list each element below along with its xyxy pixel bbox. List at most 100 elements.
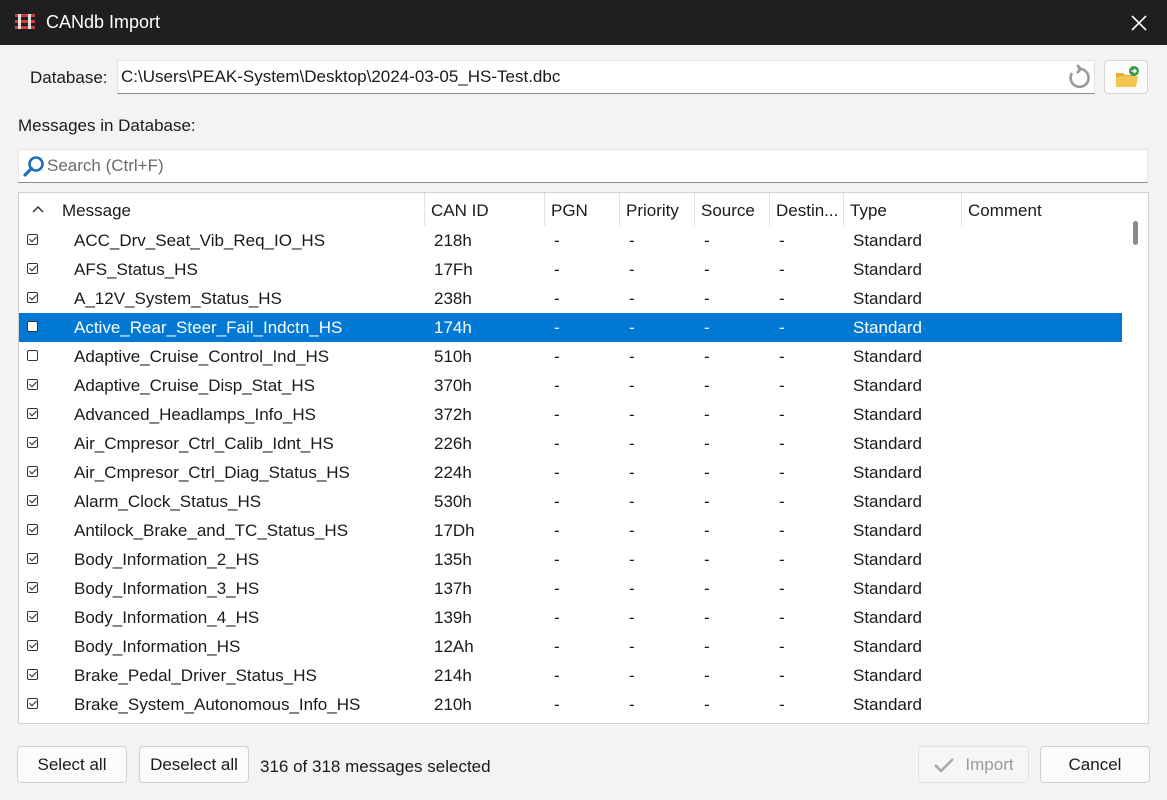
cell-source: - [704,434,710,453]
column-header-pgn[interactable]: PGN [545,193,619,226]
table-row[interactable]: Brake_System_Autonomous_Info_HS 210h - - - - S… [19,690,1122,719]
table-row[interactable]: Air_Cmpresor_Ctrl_Diag_Status_HS 224h - - - -… [19,458,1122,487]
cell-type: Standard [853,637,922,656]
cell-source: - [704,666,710,685]
cell-message: Body_Information_2_HS [74,550,260,569]
row-checkbox[interactable] [27,437,38,448]
table-row[interactable]: Air_Cmpresor_Ctrl_Calib_Idnt_HS 226h - - - - S… [19,429,1122,458]
check-icon [934,757,955,773]
browse-database-button[interactable] [1104,60,1148,94]
database-path-field[interactable]: C:\Users\PEAK-System\Desktop\2024-03-05_… [117,60,1095,94]
select-all-button[interactable]: Select all [17,746,127,783]
column-header-message[interactable]: Message [56,193,424,226]
row-checkbox[interactable] [27,234,38,245]
cell-destination: - [779,521,785,540]
row-checkbox[interactable] [27,553,38,564]
cell-message: Advanced_Headlamps_Info_HS [74,405,316,424]
cell-type: Standard [853,405,922,424]
cell-type: Standard [853,579,922,598]
table-row[interactable]: Body_Information_4_HS 139h - - - - Standard [19,603,1122,632]
cell-pgn: - [554,289,560,308]
cell-priority: - [629,521,635,540]
cell-type: Standard [853,521,922,540]
table-row[interactable]: Advanced_Headlamps_Info_HS 372h - - - - Standa… [19,400,1122,429]
row-checkbox[interactable] [27,640,38,651]
search-input[interactable] [47,154,1137,178]
cell-can-id: 224h [434,463,472,482]
cell-source: - [704,318,710,337]
row-checkbox[interactable] [27,669,38,680]
row-checkbox[interactable] [27,582,38,593]
cell-destination: - [779,666,785,685]
table-row[interactable]: A_12V_System_Status_HS 238h - - - - Standard [19,284,1122,313]
cell-message: Body_Information_3_HS [74,579,260,598]
table-row[interactable]: Body_Information_3_HS 137h - - - - Standard [19,574,1122,603]
row-checkbox[interactable] [27,495,38,506]
cell-pgn: - [554,347,560,366]
cell-destination: - [779,492,785,511]
table-row[interactable]: Body_Information_HS 12Ah - - - - Standard [19,632,1122,661]
row-checkbox[interactable] [27,698,38,709]
search-icon [23,156,44,177]
row-checkbox[interactable] [27,466,38,477]
table-row[interactable]: Brake_Pedal_Driver_Status_HS 214h - - - - Stan… [19,661,1122,690]
cell-source: - [704,608,710,627]
cell-pgn: - [554,550,560,569]
row-checkbox[interactable] [27,379,38,390]
row-checkbox[interactable] [27,350,38,361]
table-row[interactable]: Adaptive_Cruise_Disp_Stat_HS 370h - - - - Stan… [19,371,1122,400]
table-row[interactable]: AFS_Status_HS 17Fh - - - - Standard [19,255,1122,284]
cell-priority: - [629,637,635,656]
table-row[interactable]: Antilock_Brake_and_TC_Status_HS 17Dh - - - - S… [19,516,1122,545]
cell-priority: - [629,376,635,395]
cell-priority: - [629,347,635,366]
cell-destination: - [779,695,785,714]
window-title: CANdb Import [46,12,161,32]
cell-message: Active_Rear_Steer_Fail_Indctn_HS [74,318,343,337]
column-header-destination[interactable]: Destin... [770,193,843,226]
scrollbar-thumb[interactable] [1133,221,1138,245]
table-row[interactable]: Active_Rear_Steer_Fail_Indctn_HS 174h - - - -… [19,313,1122,342]
reload-icon[interactable] [1064,64,1092,92]
column-header-type[interactable]: Type [844,193,961,226]
table-row[interactable]: Adaptive_Cruise_Control_Ind_HS 510h - - - - St… [19,342,1122,371]
cell-priority: - [629,695,635,714]
cell-can-id: 135h [434,550,472,569]
cell-type: Standard [853,492,922,511]
row-checkbox[interactable] [27,263,38,274]
column-header-can-id[interactable]: CAN ID [425,193,544,226]
table-row[interactable]: Alarm_Clock_Status_HS 530h - - - - Standard [19,487,1122,516]
table-row[interactable]: Body_Information_2_HS 135h - - - - Standard [19,545,1122,574]
import-button[interactable]: Import [918,746,1029,783]
cell-type: Standard [853,666,922,685]
deselect-all-button[interactable]: Deselect all [139,746,249,783]
search-box[interactable] [18,149,1148,183]
row-checkbox[interactable] [27,611,38,622]
table-row[interactable]: ACC_Drv_Seat_Vib_Req_IO_HS 218h - - - - Standa… [19,226,1122,255]
cell-destination: - [779,434,785,453]
cell-message: Adaptive_Cruise_Disp_Stat_HS [74,376,315,395]
cell-priority: - [629,550,635,569]
sort-ascending-icon[interactable] [32,205,44,213]
cancel-button[interactable]: Cancel [1040,746,1150,783]
column-header-priority[interactable]: Priority [620,193,694,226]
cell-source: - [704,463,710,482]
cell-can-id: 17Dh [434,521,475,540]
cell-type: Standard [853,231,922,250]
cell-priority: - [629,492,635,511]
row-checkbox[interactable] [27,524,38,535]
row-checkbox[interactable] [27,408,38,419]
cell-can-id: 226h [434,434,472,453]
vertical-scrollbar[interactable] [1122,193,1148,723]
cell-source: - [704,637,710,656]
column-header-comment[interactable]: Comment [962,193,1122,226]
close-button[interactable] [1111,0,1167,45]
row-checkbox[interactable] [27,321,38,332]
cell-priority: - [629,289,635,308]
column-header-source[interactable]: Source [695,193,769,226]
import-button-label: Import [965,754,1014,774]
cell-message: Adaptive_Cruise_Control_Ind_HS [74,347,330,366]
cell-priority: - [629,463,635,482]
cell-source: - [704,579,710,598]
row-checkbox[interactable] [27,292,38,303]
